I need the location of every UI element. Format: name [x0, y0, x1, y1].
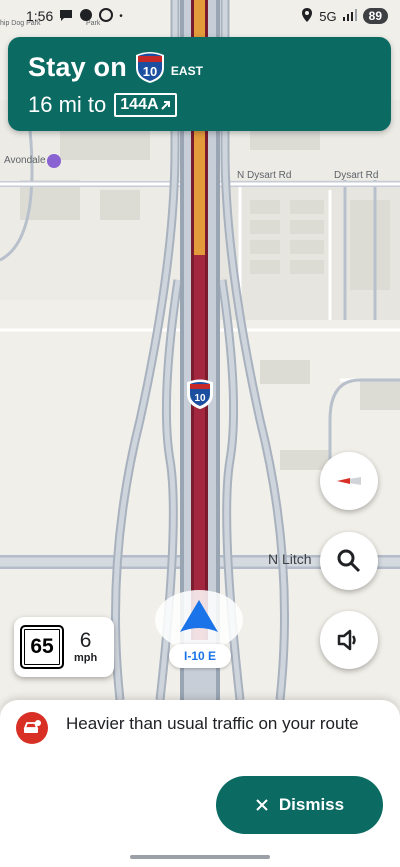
- traffic-alert-icon: [16, 712, 48, 744]
- compass-icon: [337, 477, 361, 485]
- shield-number: 10: [143, 64, 157, 79]
- traffic-alert-sheet: Heavier than usual traffic on your route…: [0, 700, 400, 867]
- status-time: 1:56: [26, 8, 54, 24]
- signal-icon: [342, 8, 357, 24]
- speed-limit-sign: 65: [20, 625, 64, 669]
- chat-icon: [59, 8, 73, 25]
- map-label-dysart-rd: Dysart Rd: [334, 170, 379, 181]
- traffic-alert-message: Heavier than usual traffic on your route: [66, 714, 359, 733]
- navigation-arrow-icon: [180, 600, 218, 632]
- location-icon: [301, 7, 313, 25]
- map-label-avondale: Avondale: [4, 155, 46, 166]
- compass-button[interactable]: [320, 452, 378, 510]
- current-speed-unit: mph: [74, 652, 98, 664]
- current-speed: 6 mph: [74, 629, 98, 665]
- navigation-screen: 10 Avondale N Dysart Rd Dysart Rd N Litc…: [0, 0, 400, 867]
- current-speed-value: 6: [79, 629, 92, 652]
- arrow-up-right-icon: [160, 101, 170, 110]
- messages-icon: [79, 8, 93, 25]
- search-icon: [337, 549, 361, 573]
- exit-sign: 144A: [114, 93, 177, 117]
- gas-station-icon[interactable]: [47, 154, 61, 168]
- close-icon: [256, 799, 268, 811]
- route-label: I-10 E: [169, 644, 231, 668]
- volume-icon: [337, 629, 356, 651]
- speed-card: 65 6 mph: [14, 617, 114, 677]
- shield-direction: EAST: [170, 64, 203, 78]
- map-interstate-shield-icon: 10: [187, 379, 213, 410]
- map-label-n-litch: N Litch: [268, 551, 312, 567]
- status-bar: 1:56 • 5G 89: [0, 0, 400, 32]
- more-notifications-dot-icon: •: [119, 10, 123, 22]
- navigation-instruction-card[interactable]: Stay on 10 EAST 16 mi to 144A: [8, 37, 391, 131]
- dismiss-button[interactable]: Dismiss: [216, 776, 383, 834]
- map-label-n-dysart-rd: N Dysart Rd: [237, 170, 292, 181]
- dismiss-label: Dismiss: [278, 795, 345, 814]
- sound-button[interactable]: [320, 611, 378, 669]
- search-button[interactable]: [320, 532, 378, 590]
- interstate-shield-icon: 10: [135, 51, 165, 83]
- map-shield-number: 10: [194, 393, 206, 404]
- nav-primary-instruction: Stay on: [28, 51, 127, 82]
- home-indicator[interactable]: [130, 855, 270, 859]
- exit-label: 144A: [120, 96, 159, 113]
- nav-distance: 16 mi to: [28, 92, 107, 117]
- network-type: 5G: [319, 8, 337, 24]
- battery-level: 89: [362, 8, 388, 24]
- maps-notification-icon: [99, 7, 114, 25]
